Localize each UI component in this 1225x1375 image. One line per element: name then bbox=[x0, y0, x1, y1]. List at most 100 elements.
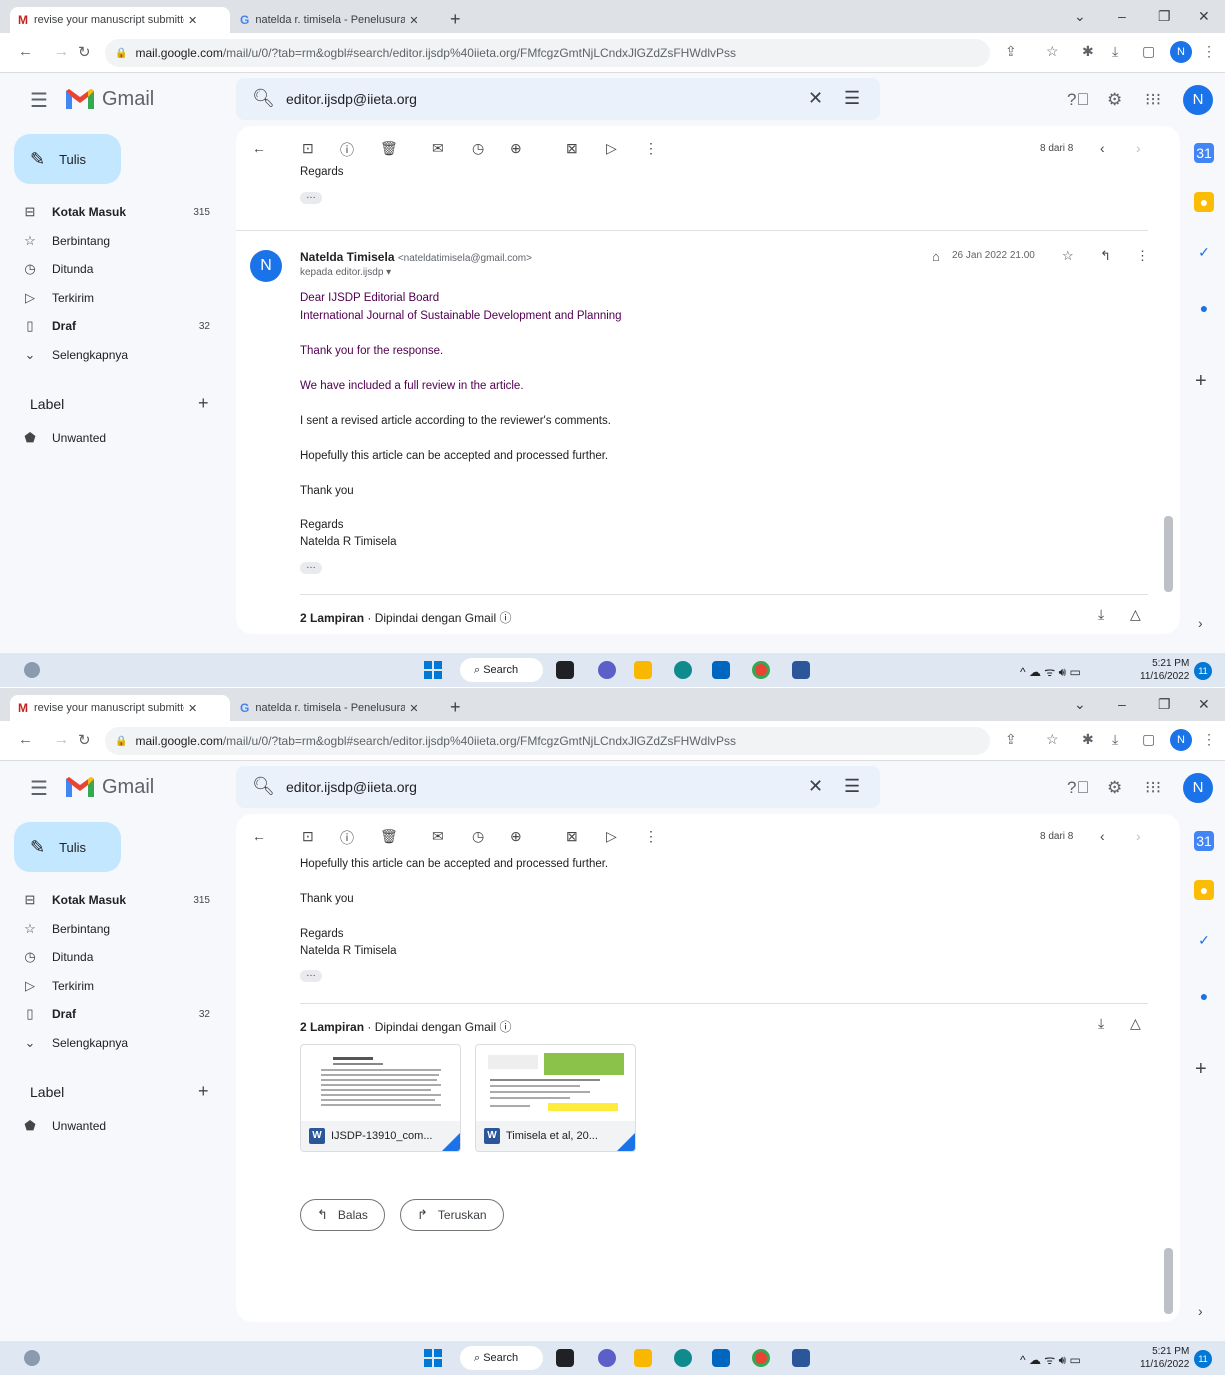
restore-icon[interactable]: ❐ bbox=[1158, 8, 1171, 25]
browser-menu-icon[interactable]: ⋮ bbox=[1202, 731, 1216, 748]
download-all-icon[interactable]: ⤓ bbox=[1098, 606, 1104, 623]
clear-search-icon[interactable]: ✕ bbox=[808, 776, 823, 797]
clear-search-icon[interactable]: ✕ bbox=[808, 88, 823, 109]
windows-start-icon[interactable] bbox=[424, 661, 442, 679]
notification-badge[interactable]: 11 bbox=[1194, 662, 1212, 680]
hide-side-panel-icon[interactable]: › bbox=[1198, 1303, 1203, 1319]
contacts-icon[interactable]: ● bbox=[1194, 298, 1214, 318]
sidebar-item-unwanted[interactable]: ⬟ Unwanted bbox=[0, 424, 230, 452]
browser-menu-icon[interactable]: ⋮ bbox=[1202, 43, 1216, 60]
main-menu-icon[interactable]: ☰ bbox=[30, 88, 48, 113]
new-tab-icon[interactable]: + bbox=[450, 9, 461, 30]
taskbar-search[interactable]: ⌕ Search bbox=[460, 1346, 543, 1370]
minimize-icon[interactable]: – bbox=[1118, 8, 1126, 24]
add-label-icon[interactable]: + bbox=[198, 393, 209, 414]
add-to-drive-icon[interactable]: △ bbox=[1130, 1015, 1141, 1032]
search-icon[interactable]: 🔍︎ bbox=[252, 88, 275, 109]
notification-badge[interactable]: 11 bbox=[1194, 1350, 1212, 1368]
settings-gear-icon[interactable]: ⚙ bbox=[1107, 90, 1122, 110]
delete-icon[interactable]: 🗑︎ bbox=[380, 140, 398, 157]
main-menu-icon[interactable]: ☰ bbox=[30, 776, 48, 801]
file-explorer-icon[interactable] bbox=[634, 1349, 652, 1367]
search-options-icon[interactable]: ☰ bbox=[844, 776, 860, 797]
gmail-logo-icon[interactable] bbox=[64, 775, 96, 799]
extensions-icon[interactable]: ✱ bbox=[1082, 731, 1094, 748]
sidebar-item-sent[interactable]: ▷ Terkirim bbox=[0, 972, 230, 1000]
mail-app-icon[interactable] bbox=[712, 661, 730, 679]
forward-icon[interactable]: → bbox=[54, 43, 69, 60]
attachment-card[interactable]: W Timisela et al, 20... bbox=[475, 1044, 636, 1152]
download-icon[interactable]: ⤓ bbox=[1112, 731, 1118, 748]
tab-gmail[interactable]: M revise your manuscript submitted ✕ bbox=[10, 7, 230, 33]
weather-widget-icon[interactable] bbox=[24, 662, 40, 678]
report-spam-icon[interactable]: ⓘ bbox=[340, 140, 354, 160]
sidebar-item-drafts[interactable]: ▯ Draf 32 bbox=[0, 1000, 230, 1028]
star-icon[interactable]: ☆ bbox=[1062, 248, 1074, 264]
forward-button[interactable]: ↱ Teruskan bbox=[400, 1199, 504, 1231]
sidebar-item-starred[interactable]: ☆ Berbintang bbox=[0, 915, 230, 943]
mail-app-icon[interactable] bbox=[712, 1349, 730, 1367]
sidebar-item-starred[interactable]: ☆ Berbintang bbox=[0, 227, 230, 255]
calendar-icon[interactable]: 31 bbox=[1194, 143, 1214, 163]
reply-button[interactable]: ↰ Balas bbox=[300, 1199, 385, 1231]
windows-start-icon[interactable] bbox=[424, 1349, 442, 1367]
window-close-icon[interactable]: ✕ bbox=[1198, 8, 1210, 25]
get-addons-icon[interactable]: + bbox=[1195, 1058, 1207, 1081]
search-input[interactable]: editor.ijsdp@iieta.org bbox=[286, 779, 417, 795]
side-panel-icon[interactable]: ▢ bbox=[1142, 731, 1155, 748]
forward-icon[interactable]: → bbox=[54, 731, 69, 748]
back-icon[interactable]: ← bbox=[18, 43, 33, 60]
apps-grid-icon[interactable]: ⁝⁝⁝ bbox=[1145, 778, 1161, 798]
reload-icon[interactable]: ↻ bbox=[78, 731, 91, 749]
browser-profile-avatar[interactable]: N bbox=[1170, 729, 1192, 751]
add-to-drive-icon[interactable]: △ bbox=[1130, 606, 1141, 623]
keep-icon[interactable]: ● bbox=[1194, 192, 1214, 212]
task-view-icon[interactable] bbox=[556, 1349, 574, 1367]
weather-widget-icon[interactable] bbox=[24, 1350, 40, 1366]
back-icon[interactable]: ← bbox=[18, 731, 33, 748]
help-icon[interactable]: ?⃝ bbox=[1067, 90, 1089, 110]
add-label-icon[interactable]: + bbox=[198, 1081, 209, 1102]
system-tray-icons[interactable]: ^ ☁ ᯤ 🔊︎ ▭ bbox=[1020, 663, 1081, 680]
archive-icon[interactable]: ⊡ bbox=[302, 828, 314, 845]
tasks-icon[interactable]: ✓ bbox=[1194, 242, 1214, 262]
label-icon[interactable]: ▷ bbox=[606, 828, 617, 845]
tab-google-search[interactable]: G natelda r. timisela - Penelusuran ✕ bbox=[232, 7, 442, 33]
search-bar[interactable]: 🔍︎ editor.ijsdp@iieta.org ✕ ☰ bbox=[236, 78, 880, 120]
reload-icon[interactable]: ↻ bbox=[78, 43, 91, 61]
mark-unread-icon[interactable]: ✉ bbox=[432, 828, 444, 845]
older-icon[interactable]: › bbox=[1136, 140, 1141, 156]
chrome-browser-icon[interactable] bbox=[752, 1349, 770, 1367]
report-spam-icon[interactable]: ⓘ bbox=[340, 828, 354, 848]
help-icon[interactable]: ?⃝ bbox=[1067, 778, 1089, 798]
tab-search-icon[interactable]: ⌄ bbox=[1074, 8, 1086, 25]
show-trimmed-content-button[interactable]: … bbox=[300, 191, 322, 204]
sidebar-item-inbox[interactable]: ⊟ Kotak Masuk 315 bbox=[0, 886, 230, 914]
add-task-icon[interactable]: ⊕ bbox=[510, 828, 522, 845]
snooze-icon[interactable]: ◷ bbox=[472, 140, 484, 157]
share-icon[interactable]: ⇪ bbox=[1005, 731, 1017, 748]
move-to-icon[interactable]: ⊠ bbox=[566, 140, 578, 157]
reply-icon[interactable]: ↰ bbox=[1100, 248, 1111, 264]
add-task-icon[interactable]: ⊕ bbox=[510, 140, 522, 157]
browser-profile-avatar[interactable]: N bbox=[1170, 41, 1192, 63]
word-app-icon[interactable] bbox=[792, 661, 810, 679]
scrollbar[interactable] bbox=[1164, 516, 1173, 592]
download-all-icon[interactable]: ⤓ bbox=[1098, 1015, 1104, 1032]
extensions-icon[interactable]: ✱ bbox=[1082, 43, 1094, 60]
bookmark-star-icon[interactable]: ☆ bbox=[1046, 43, 1059, 60]
newer-icon[interactable]: ‹ bbox=[1100, 140, 1105, 156]
new-tab-icon[interactable]: + bbox=[450, 697, 461, 718]
system-tray-icons[interactable]: ^ ☁ ᯤ 🔊︎ ▭ bbox=[1020, 1351, 1081, 1368]
archive-icon[interactable]: ⊡ bbox=[302, 140, 314, 157]
newer-icon[interactable]: ‹ bbox=[1100, 828, 1105, 844]
sidebar-item-more[interactable]: ⌄ Selengkapnya bbox=[0, 1029, 230, 1057]
delete-icon[interactable]: 🗑︎ bbox=[380, 828, 398, 845]
side-panel-icon[interactable]: ▢ bbox=[1142, 43, 1155, 60]
apps-grid-icon[interactable]: ⁝⁝⁝ bbox=[1145, 90, 1161, 110]
search-bar[interactable]: 🔍︎ editor.ijsdp@iieta.org ✕ ☰ bbox=[236, 766, 880, 808]
compose-button[interactable]: ✎ Tulis bbox=[14, 822, 121, 872]
more-options-icon[interactable]: ⋮ bbox=[644, 828, 658, 845]
account-avatar[interactable]: N bbox=[1183, 85, 1213, 115]
show-trimmed-content-button[interactable]: … bbox=[300, 561, 322, 574]
